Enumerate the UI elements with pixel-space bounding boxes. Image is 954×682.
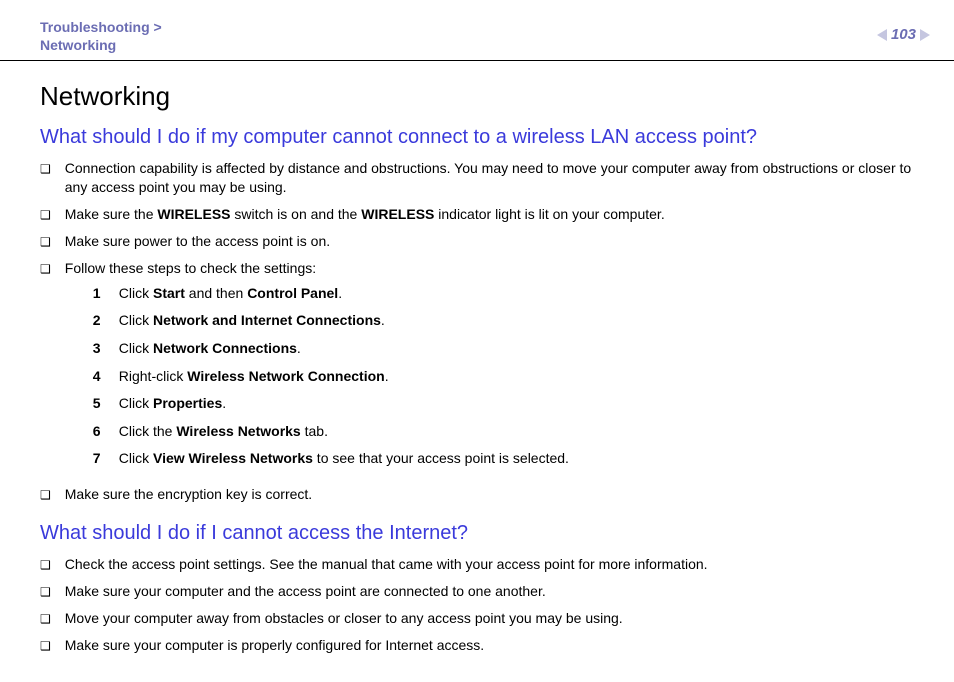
list-item-text: Check the access point settings. See the… (65, 555, 708, 574)
section-heading: What should I do if I cannot access the … (40, 522, 914, 545)
step-text: Click Network Connections. (119, 339, 301, 359)
list-item-body: Make sure power to the access point is o… (65, 232, 330, 251)
square-bullet-icon: ❑ (40, 584, 51, 600)
list-item: ❑ Check the access point settings. See th… (40, 555, 914, 574)
bullet-list: ❑ Connection capability is affected by di… (40, 159, 914, 504)
list-item: ❑ Move your computer away from obstacles … (40, 609, 914, 628)
next-page-icon[interactable] (920, 29, 930, 41)
square-bullet-icon: ❑ (40, 487, 51, 503)
step-item: Right-click Wireless Network Connection. (93, 367, 569, 387)
step-text: Click View Wireless Networks to see that… (119, 449, 569, 469)
list-item-text: Make sure your computer is properly conf… (65, 636, 484, 655)
list-item-text: Make sure your computer and the access p… (65, 582, 546, 601)
step-item: Click Start and then Control Panel. (93, 284, 569, 304)
step-list: Click Start and then Control Panel. Click… (65, 284, 569, 469)
step-item: Click Properties. (93, 394, 569, 414)
square-bullet-icon: ❑ (40, 161, 51, 177)
step-text: Click Properties. (119, 394, 226, 414)
step-text: Click Network and Internet Connections. (119, 311, 385, 331)
square-bullet-icon: ❑ (40, 207, 51, 223)
section-heading: What should I do if my computer cannot c… (40, 126, 914, 149)
square-bullet-icon: ❑ (40, 611, 51, 627)
list-item-body: Make sure your computer is properly conf… (65, 636, 484, 655)
prev-page-icon[interactable] (877, 29, 887, 41)
page-number: 103 (891, 26, 916, 43)
breadcrumb: Troubleshooting > Networking (40, 18, 162, 54)
square-bullet-icon: ❑ (40, 234, 51, 250)
page-title: Networking (40, 81, 914, 112)
list-item-body: Make sure your computer and the access p… (65, 582, 546, 601)
step-text: Click the Wireless Networks tab. (119, 422, 328, 442)
square-bullet-icon: ❑ (40, 557, 51, 573)
page-nav: 103 (877, 26, 930, 43)
list-item: ❑ Make sure your computer is properly con… (40, 636, 914, 655)
list-item-text: Make sure the WIRELESS switch is on and … (65, 205, 665, 224)
list-item: ❑ Make sure power to the access point is … (40, 232, 914, 251)
page-header: Troubleshooting > Networking 103 (0, 0, 954, 61)
list-item-body: Connection capability is affected by dis… (65, 159, 914, 197)
page-content: Networking What should I do if my comput… (0, 61, 954, 682)
list-item-body: Follow these steps to check the settings… (65, 259, 569, 477)
list-item-text: Follow these steps to check the settings… (65, 259, 569, 278)
list-item-text: Make sure the encryption key is correct. (65, 485, 312, 504)
step-item: Click View Wireless Networks to see that… (93, 449, 569, 469)
list-item: ❑ Make sure the WIRELESS switch is on and… (40, 205, 914, 224)
square-bullet-icon: ❑ (40, 638, 51, 654)
list-item: ❑ Make sure the encryption key is correct… (40, 485, 914, 504)
list-item-body: Make sure the encryption key is correct. (65, 485, 312, 504)
list-item: ❑ Follow these steps to check the setting… (40, 259, 914, 477)
step-item: Click Network Connections. (93, 339, 569, 359)
list-item-text: Connection capability is affected by dis… (65, 159, 914, 197)
breadcrumb-line2: Networking (40, 36, 162, 54)
list-item-text: Make sure power to the access point is o… (65, 232, 330, 251)
step-item: Click Network and Internet Connections. (93, 311, 569, 331)
list-item: ❑ Make sure your computer and the access … (40, 582, 914, 601)
list-item-body: Check the access point settings. See the… (65, 555, 708, 574)
square-bullet-icon: ❑ (40, 261, 51, 277)
breadcrumb-line1: Troubleshooting > (40, 18, 162, 36)
step-text: Click Start and then Control Panel. (119, 284, 342, 304)
list-item-body: Make sure the WIRELESS switch is on and … (65, 205, 665, 224)
list-item: ❑ Connection capability is affected by di… (40, 159, 914, 197)
step-text: Right-click Wireless Network Connection. (119, 367, 389, 387)
bullet-list: ❑ Check the access point settings. See th… (40, 555, 914, 655)
list-item-text: Move your computer away from obstacles o… (65, 609, 623, 628)
step-item: Click the Wireless Networks tab. (93, 422, 569, 442)
list-item-body: Move your computer away from obstacles o… (65, 609, 623, 628)
